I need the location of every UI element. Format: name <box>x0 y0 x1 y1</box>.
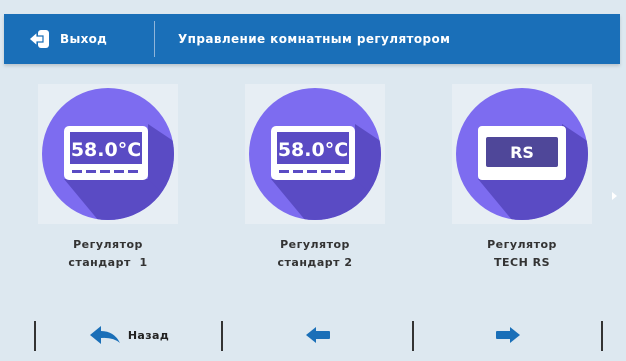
tile-label-3: Регулятор TECH RS <box>447 236 597 272</box>
arrow-right-icon <box>495 327 520 343</box>
thermostat-display: 58.0°C <box>71 139 141 161</box>
tile-label-line2: стандарт 2 <box>277 256 353 269</box>
arrow-left-icon <box>305 327 330 343</box>
exit-label: Выход <box>60 32 108 46</box>
thermostat-icon: 58.0°C <box>249 88 381 220</box>
rs-display: RS <box>510 143 534 162</box>
thermostat-icon: 58.0°C <box>42 88 174 220</box>
tile-regulator-standard-2[interactable]: 58.0°C <box>245 84 385 224</box>
next-page-arrow-icon[interactable] <box>612 192 617 200</box>
thermostat-display: 58.0°C <box>278 139 348 161</box>
tile-regulator-tech-rs[interactable]: RS <box>452 84 592 224</box>
back-label: Назад <box>127 328 170 342</box>
tile-label-line1: Регулятор <box>487 238 557 251</box>
tile-label-line1: Регулятор <box>73 238 143 251</box>
tile-label-line2: TECH RS <box>493 256 551 269</box>
header-divider <box>154 21 155 57</box>
previous-button[interactable] <box>223 310 412 360</box>
screen: Выход Управление комнатным регулятором 5… <box>0 0 626 361</box>
tile-label-line2: стандарт 1 <box>68 256 148 269</box>
tile-regulator-standard-1[interactable]: 58.0°C <box>38 84 178 224</box>
tile-label-line1: Регулятор <box>280 238 350 251</box>
next-button[interactable] <box>414 310 601 360</box>
header-bar: Выход Управление комнатным регулятором <box>4 14 620 64</box>
rs-regulator-icon: RS <box>456 88 588 220</box>
exit-button[interactable]: Выход <box>28 14 107 64</box>
page-title: Управление комнатным регулятором <box>178 32 451 46</box>
back-button[interactable]: Назад <box>36 310 221 360</box>
footer-divider <box>601 321 603 351</box>
footer-bar: Назад <box>0 310 626 360</box>
tile-label-2: Регулятор стандарт 2 <box>240 236 390 272</box>
exit-icon <box>28 30 49 48</box>
back-arrow-icon <box>89 326 120 344</box>
tile-label-1: Регулятор стандарт 1 <box>33 236 183 272</box>
